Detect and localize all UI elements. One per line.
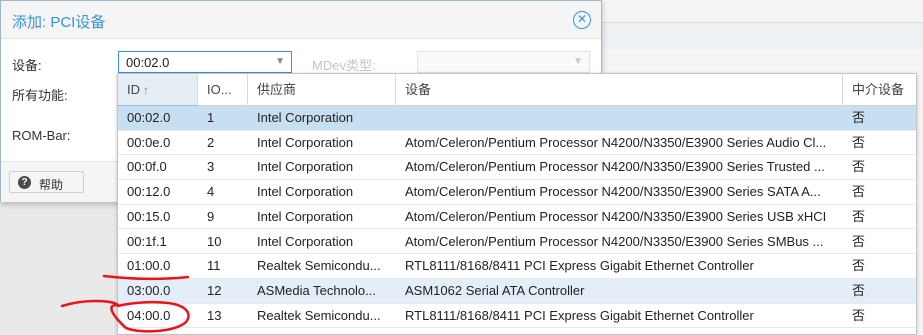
column-header-vendor[interactable]: 供应商 <box>248 74 396 106</box>
cell-id: 03:00.0 <box>127 282 171 298</box>
device-label: 设备: <box>12 58 42 73</box>
cell-mdev: 否 <box>852 258 866 274</box>
cell-iommu: 9 <box>207 208 215 224</box>
sort-ascending-icon: ↑ <box>143 83 149 97</box>
cell-iommu: 13 <box>207 307 222 323</box>
column-header-vendor-label: 供应商 <box>257 82 297 97</box>
table-row[interactable]: 00:12.0 4 Intel Corporation Atom/Celeron… <box>118 180 916 205</box>
cell-iommu: 2 <box>207 134 215 150</box>
table-row[interactable]: 00:02.0 1 Intel Corporation 否 <box>118 106 916 131</box>
cell-iommu: 11 <box>207 258 221 274</box>
question-icon: ? <box>18 176 31 189</box>
cell-iommu: 12 <box>207 282 222 298</box>
column-header-iommu-label: IO... <box>207 82 232 97</box>
cell-vendor: Intel Corporation <box>257 208 354 224</box>
cell-device: RTL8111/8168/8411 PCI Express Gigabit Et… <box>405 307 754 323</box>
cell-id: 04:00.0 <box>127 307 171 323</box>
all-functions-label: 所有功能: <box>12 88 68 103</box>
cell-vendor: ASMedia Technolo... <box>257 282 376 298</box>
table-row[interactable]: 01:00.0 11 Realtek Semicondu... RTL8111/… <box>118 254 916 279</box>
background-row <box>598 23 923 49</box>
help-button-label: 帮助 <box>39 178 64 192</box>
cell-iommu: 10 <box>207 233 222 249</box>
column-header-device-label: 设备 <box>405 82 432 97</box>
cell-iommu: 4 <box>207 184 215 200</box>
chevron-down-icon[interactable]: ▼ <box>573 56 583 67</box>
grid-header: ID ↑ IO... 供应商 设备 中介设备 <box>118 74 916 107</box>
cell-device: ASM1062 Serial ATA Controller <box>405 282 585 298</box>
column-header-mdev[interactable]: 中介设备 <box>843 74 916 106</box>
cell-mdev: 否 <box>852 233 866 249</box>
table-row[interactable]: 00:0f.0 3 Intel Corporation Atom/Celeron… <box>118 155 916 181</box>
cell-mdev: 否 <box>852 110 866 125</box>
mdev-type-label: MDev类型: <box>312 58 376 73</box>
cell-iommu: 1 <box>207 110 215 125</box>
table-row[interactable]: 00:0e.0 2 Intel Corporation Atom/Celeron… <box>118 131 916 156</box>
column-header-id[interactable]: ID ↑ <box>118 74 198 106</box>
column-header-mdev-label: 中介设备 <box>852 82 905 97</box>
cell-device: Atom/Celeron/Pentium Processor N4200/N33… <box>405 159 825 175</box>
table-row[interactable]: 03:00.0 12 ASMedia Technolo... ASM1062 S… <box>118 278 916 304</box>
cell-mdev: 否 <box>852 134 866 150</box>
cell-vendor: Intel Corporation <box>257 110 354 125</box>
table-row[interactable]: 04:00.0 13 Realtek Semicondu... RTL8111/… <box>118 304 916 329</box>
cell-device <box>396 106 843 130</box>
device-combo[interactable]: 00:02.0 ▼ <box>118 51 292 73</box>
cell-id: 00:12.0 <box>127 184 171 200</box>
device-combo-value: 00:02.0 <box>126 55 170 70</box>
pci-device-picker: ID ↑ IO... 供应商 设备 中介设备 00:02.0 1 Intel Co… <box>117 73 917 335</box>
cell-id: 00:02.0 <box>127 110 171 125</box>
cell-device: Atom/Celeron/Pentium Processor N4200/N33… <box>405 208 827 224</box>
cell-vendor: Intel Corporation <box>257 233 354 249</box>
dialog-title: 添加: PCI设备 <box>12 14 106 31</box>
cell-mdev: 否 <box>852 184 866 200</box>
mdev-type-combo[interactable]: ▼ <box>417 51 590 73</box>
help-button[interactable]: ? 帮助 <box>9 171 84 193</box>
cell-vendor: Realtek Semicondu... <box>257 258 381 274</box>
cell-mdev: 否 <box>852 159 866 175</box>
cell-device: Atom/Celeron/Pentium Processor N4200/N33… <box>405 233 824 249</box>
table-row[interactable]: 00:15.0 9 Intel Corporation Atom/Celeron… <box>118 205 916 230</box>
column-header-iommu[interactable]: IO... <box>198 74 248 106</box>
cell-id: 00:15.0 <box>127 208 171 224</box>
cell-id: 00:1f.1 <box>127 233 167 249</box>
column-header-device[interactable]: 设备 <box>396 74 843 106</box>
cell-iommu: 3 <box>207 159 215 175</box>
cell-device: RTL8111/8168/8411 PCI Express Gigabit Et… <box>405 258 754 274</box>
rom-bar-label: ROM-Bar: <box>12 128 71 143</box>
cell-id: 00:0f.0 <box>127 159 167 175</box>
cell-vendor: Intel Corporation <box>257 159 354 175</box>
cell-device: Atom/Celeron/Pentium Processor N4200/N33… <box>405 184 821 200</box>
cell-device: Atom/Celeron/Pentium Processor N4200/N33… <box>405 134 827 150</box>
cell-id: 00:0e.0 <box>127 134 171 150</box>
dialog-header: 添加: PCI设备 ✕ <box>1 1 601 39</box>
cell-vendor: Intel Corporation <box>257 134 354 150</box>
chevron-down-icon[interactable]: ▼ <box>275 56 285 67</box>
cell-mdev: 否 <box>852 208 866 224</box>
cell-mdev: 否 <box>852 307 866 323</box>
table-row[interactable]: 00:1f.1 10 Intel Corporation Atom/Celero… <box>118 230 916 255</box>
cell-vendor: Intel Corporation <box>257 184 354 200</box>
cell-vendor: Realtek Semicondu... <box>257 307 381 323</box>
close-icon[interactable]: ✕ <box>573 11 591 29</box>
cell-id: 01:00.0 <box>127 258 171 274</box>
cell-mdev: 否 <box>852 282 866 298</box>
column-header-id-label: ID <box>127 82 140 97</box>
